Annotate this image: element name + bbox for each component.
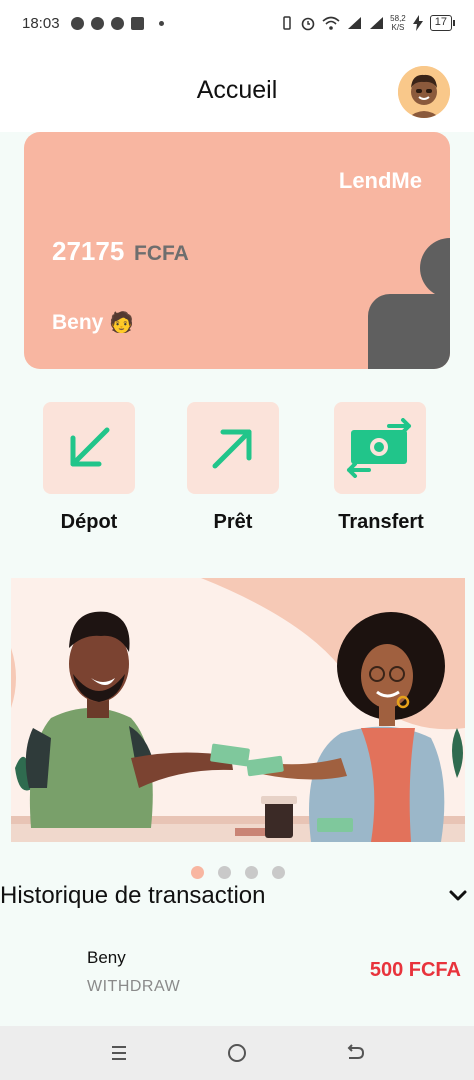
facebook-icon [70,16,84,30]
card-holder: Beny 🧑 [52,310,134,335]
speed-unit: K/S [391,23,405,32]
home-circle-icon [228,1044,246,1062]
alarm-icon [90,16,104,30]
status-left: 18:03 [22,15,164,32]
network-speed: 58,2 K/S [390,14,406,32]
system-nav-bar [0,1026,474,1080]
card-holder-name: Beny [52,310,104,334]
loan-label: Prêt [213,511,253,533]
battery-indicator: 17 [429,15,456,31]
money-exchange-illustration [11,578,465,842]
more-notifications-icon [158,20,164,26]
carousel-indicator [191,866,285,879]
money-transfer-icon [347,418,411,478]
loan-button[interactable] [187,402,279,494]
carousel-dot-2[interactable] [218,866,231,879]
card-currency: FCFA [134,242,189,265]
carousel-dot-4[interactable] [272,866,285,879]
transfer-label: Transfert [338,511,424,533]
arrow-down-left-icon [70,427,110,467]
deposit-label: Dépot [60,511,118,533]
promo-banner[interactable] [11,578,465,842]
transaction-type: WITHDRAW [87,978,181,995]
home-button[interactable] [225,1041,249,1065]
user-avatar[interactable] [398,66,450,118]
card-balance: 27175 [52,236,125,266]
deposit-button[interactable] [43,402,135,494]
back-button[interactable] [343,1041,367,1065]
recent-apps-button[interactable] [107,1041,131,1065]
balance-card[interactable]: LendMe 27175 FCFA Beny 🧑 [24,132,450,369]
back-arrow-icon [347,1044,365,1059]
person-emoji-icon: 🧑 [109,312,135,334]
alarm-clock-icon [301,17,315,31]
wifi-icon [322,16,340,30]
signal-1-icon [348,17,362,29]
signal-2-icon [370,17,384,29]
whatsapp-icon [110,16,124,30]
status-bar: 18:03 58,2 K/S 17 [0,0,474,46]
transaction-amount: 500 FCFA [369,959,461,981]
app-s-icon [130,16,144,30]
card-decoration-body [368,294,450,369]
carousel-dot-1[interactable] [191,866,204,879]
vibrate-icon [283,16,291,30]
speed-value: 58,2 [390,14,406,23]
status-time: 18:03 [22,14,60,32]
app-header: Accueil [0,46,474,132]
history-title: Historique de transaction [0,882,266,909]
carousel-dot-3[interactable] [245,866,258,879]
chevron-down-icon [449,890,467,901]
transaction-name: Beny [87,948,126,967]
card-brand: LendMe [338,168,422,193]
charging-icon [412,15,423,31]
transfer-button[interactable] [334,402,426,494]
status-right: 58,2 K/S 17 [280,14,456,32]
history-toggle-button[interactable] [446,884,470,908]
menu-lines-icon [112,1046,126,1060]
avatar-face-icon [398,66,450,118]
card-decoration-head [420,238,450,298]
arrow-up-right-icon [212,429,252,469]
